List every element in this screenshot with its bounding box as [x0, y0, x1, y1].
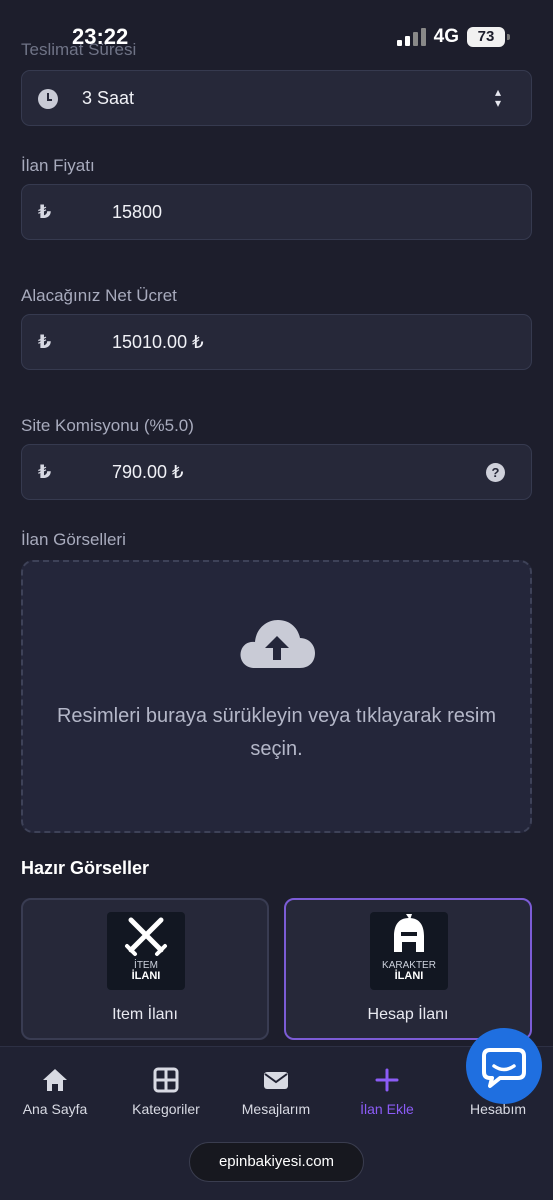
images-label: İlan Görselleri — [21, 530, 126, 549]
battery-icon: 73 — [467, 27, 510, 47]
swords-icon — [125, 917, 167, 956]
nav-categories[interactable]: Kategoriler — [111, 1067, 221, 1117]
ready-image-account[interactable]: KARAKTER İLANI Hesap İlanı — [284, 898, 532, 1040]
plus-icon — [375, 1068, 399, 1092]
commission-field: ₺ 790.00 ₺ ? — [21, 444, 532, 500]
chevron-updown-icon: ▴ ▾ — [494, 85, 501, 110]
network-type: 4G — [433, 26, 459, 47]
help-icon[interactable]: ? — [486, 463, 505, 482]
grid-icon — [153, 1067, 179, 1093]
commission-value: 790.00 ₺ — [112, 462, 184, 482]
status-indicators: 4G 73 — [396, 26, 510, 48]
cloud-upload-icon — [240, 620, 315, 668]
helmet-icon — [394, 914, 424, 952]
item-image-caption: İTEM İLANI — [131, 960, 161, 982]
nav-add-listing[interactable]: İlan Ekle — [332, 1067, 442, 1117]
status-bar: 23:22 4G 73 — [0, 0, 553, 70]
signal-icon — [396, 28, 426, 46]
account-card-title: Hesap İlanı — [367, 1006, 449, 1023]
clock-icon — [38, 89, 58, 109]
domain-pill[interactable]: epinbakiyesi.com — [189, 1142, 364, 1182]
commission-label: Site Komisyonu (%5.0) — [21, 416, 194, 435]
character-image-caption: KARAKTER İLANI — [382, 960, 436, 982]
dropzone-text: Resimleri buraya sürükleyin veya tıklaya… — [56, 705, 497, 760]
ready-image-item[interactable]: İTEM İLANI Item İlanı — [21, 898, 269, 1040]
lira-icon: ₺ — [38, 202, 52, 223]
mail-icon — [264, 1072, 288, 1089]
ready-images-title: Hazır Görseller — [21, 858, 150, 878]
status-time: 23:22 — [72, 24, 129, 49]
net-field: ₺ 15010.00 ₺ — [21, 314, 532, 370]
delivery-value: 3 Saat — [82, 88, 135, 108]
net-value: 15010.00 ₺ — [112, 332, 204, 352]
nav-home[interactable]: Ana Sayfa — [0, 1067, 110, 1117]
item-listing-image: İTEM İLANI — [107, 912, 185, 990]
chat-icon — [482, 1048, 526, 1088]
price-input[interactable]: ₺ 15800 — [21, 184, 532, 240]
item-card-title: Item İlanı — [112, 1006, 178, 1023]
image-dropzone[interactable]: Resimleri buraya sürükleyin veya tıklaya… — [21, 560, 532, 833]
nav-messages[interactable]: Mesajlarım — [221, 1067, 331, 1117]
price-label: İlan Fiyatı — [21, 156, 95, 175]
price-value: 15800 — [112, 202, 163, 222]
lira-icon: ₺ — [38, 332, 52, 353]
delivery-select[interactable]: 3 Saat ▴ ▾ — [21, 70, 532, 126]
home-icon — [43, 1069, 67, 1091]
chat-button[interactable] — [466, 1028, 542, 1104]
lira-icon: ₺ — [38, 462, 52, 483]
net-label: Alacağınız Net Ücret — [21, 286, 177, 305]
character-listing-image: KARAKTER İLANI — [370, 912, 448, 990]
